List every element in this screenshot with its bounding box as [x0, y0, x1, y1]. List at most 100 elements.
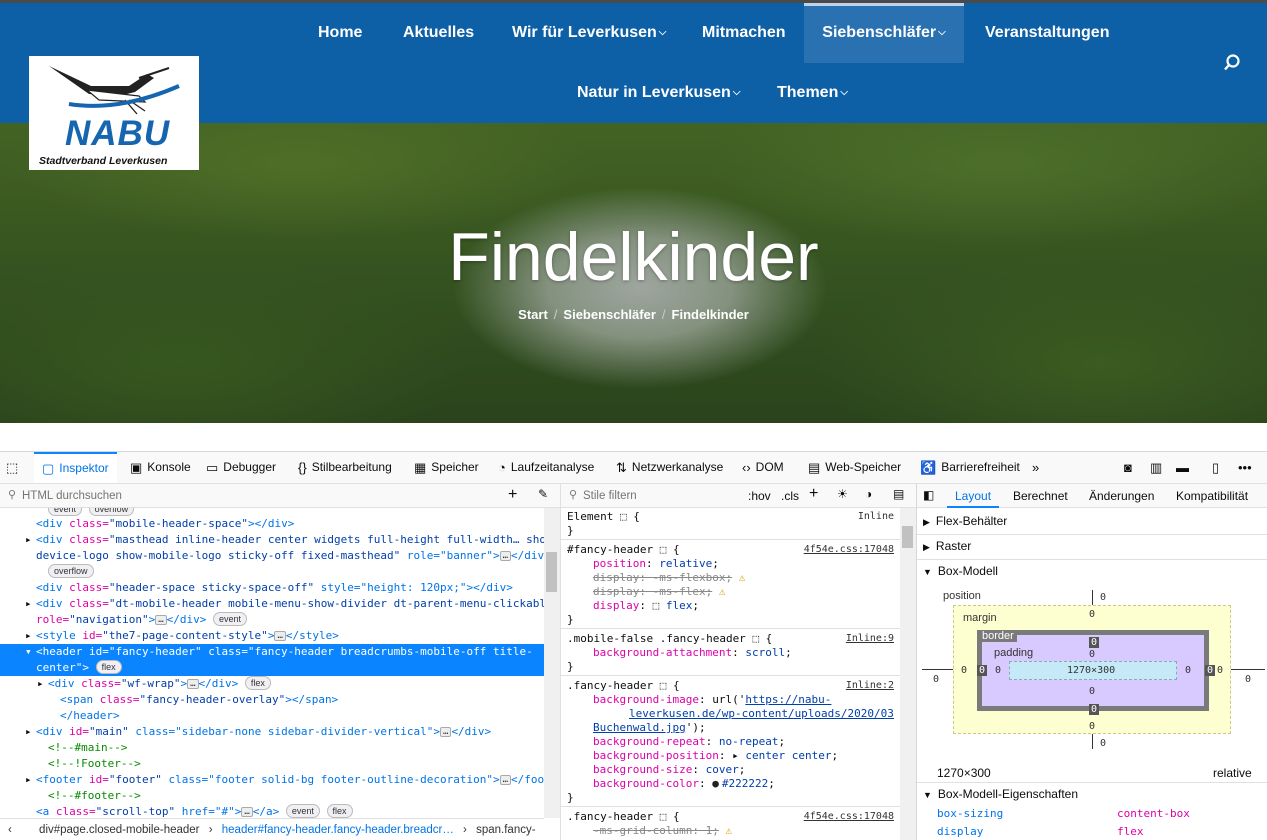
markup-line[interactable]: ▸ <div class="wf-wrap">… </div> flex — [0, 676, 544, 692]
nav-wir-fuer-leverkusen[interactable]: Wir für Leverkusen ⌵ — [500, 3, 678, 63]
prop-value[interactable]: center center — [745, 749, 831, 762]
nav-veranstaltungen[interactable]: Veranstaltungen — [973, 3, 1121, 63]
dock-icon[interactable]: ▯ — [1212, 452, 1219, 483]
markup-badge[interactable]: overflow — [88, 508, 135, 516]
prop-name[interactable]: background-color — [593, 777, 699, 790]
prop-value[interactable]: no-repeat — [719, 735, 779, 748]
markup-line[interactable]: role="navigation">… </div> event — [0, 612, 544, 628]
rule-selector[interactable]: .fancy-header — [567, 810, 660, 823]
markup-line[interactable]: ▸ <div id="main" class="sidebar-none side… — [0, 724, 544, 740]
tab-barrierefreiheit[interactable]: ♿ Barrierefreiheit — [920, 452, 1020, 483]
markup-badge[interactable]: flex — [244, 676, 271, 690]
ruler-icon[interactable]: ▬ — [1176, 452, 1189, 483]
sidebar-toggle-icon[interactable]: ◧ — [923, 488, 934, 502]
accordion-flex[interactable]: ▶ Flex-Behälter — [923, 514, 1007, 528]
add-node-icon[interactable]: + — [508, 486, 517, 504]
crumb-header[interactable]: header#fancy-header.fancy-header.breadcr… — [222, 824, 454, 836]
prop-value[interactable]: flex — [666, 599, 693, 612]
accordion-grid[interactable]: ▶ Raster — [923, 539, 971, 553]
breadcrumb-siebenschlaefer[interactable]: Siebenschläfer — [563, 307, 656, 322]
rule-source-link[interactable]: Inline:9 — [846, 632, 894, 646]
tab-konsole[interactable]: ▣ Konsole — [130, 452, 191, 483]
collapsed-children-icon[interactable]: … — [155, 615, 167, 625]
collapsed-children-icon[interactable]: … — [440, 727, 452, 737]
color-swatch-icon[interactable]: ● — [712, 777, 719, 790]
rules-scrollbar[interactable] — [900, 508, 916, 840]
search-icon[interactable] — [1222, 53, 1242, 78]
tab-berechnet[interactable]: Berechnet — [1013, 484, 1068, 508]
markup-line[interactable]: <div class="header-space sticky-space-of… — [0, 580, 544, 596]
nav-mitmachen[interactable]: Mitmachen — [690, 3, 798, 63]
element-picker-icon[interactable]: ⬚ — [6, 452, 18, 483]
prop-name[interactable]: position — [593, 557, 646, 570]
print-icon[interactable]: ▤ — [893, 487, 904, 501]
add-rule-icon[interactable]: + — [809, 485, 818, 503]
expand-icon[interactable]: ▸ — [25, 724, 32, 740]
tab-dom[interactable]: ‹› DOM — [742, 452, 784, 483]
rule-source-link[interactable]: Inline:2 — [846, 679, 894, 693]
markup-line[interactable]: <!--!Footer--> — [0, 756, 544, 772]
expand-icon[interactable]: ▸ — [25, 628, 32, 644]
flex-toggle-icon[interactable]: ⬚ — [653, 599, 666, 612]
rule-selector[interactable]: .fancy-header — [567, 679, 660, 692]
markup-badge[interactable]: event — [213, 612, 248, 626]
collapsed-children-icon[interactable]: … — [187, 679, 199, 689]
markup-line[interactable]: overflow — [0, 564, 544, 580]
expand-icon[interactable]: ▸ — [732, 749, 745, 762]
crumb-back-icon[interactable]: ‹ — [8, 824, 12, 836]
collapsed-children-icon[interactable]: … — [241, 807, 253, 817]
prop-value[interactable]: https://nabu- — [745, 693, 831, 706]
tab-layout[interactable]: Layout — [947, 484, 1000, 508]
rule-selector[interactable]: Element — [567, 510, 620, 523]
tab-speicher[interactable]: ▦ Speicher — [414, 452, 479, 483]
markup-line[interactable]: ▸ <div class="masthead inline-header cent… — [0, 532, 544, 548]
expand-icon[interactable]: ▾ — [25, 644, 32, 660]
responsive-icon[interactable]: ▥ — [1150, 452, 1162, 483]
prop-name[interactable]: display — [593, 599, 639, 612]
expand-icon[interactable]: ▸ — [37, 676, 44, 692]
nav-natur-in-leverkusen[interactable]: Natur in Leverkusen ⌵ — [565, 63, 752, 123]
prop-name[interactable]: background-attachment — [593, 646, 732, 659]
styles-filter-input[interactable] — [583, 487, 733, 504]
prop-name[interactable]: background-size — [593, 763, 692, 776]
markup-badge[interactable]: flex — [326, 804, 353, 818]
markup-badge[interactable]: event — [48, 508, 83, 516]
markup-line[interactable]: device-logo show-mobile-logo sticky-off … — [0, 548, 544, 564]
hover-toggle[interactable]: :hov — [748, 489, 771, 503]
prop-value[interactable]: Buchenwald.jpg — [593, 721, 686, 734]
markup-line[interactable]: ▸ <style id="the7-page-content-style">… </… — [0, 628, 544, 644]
markup-line[interactable]: <span class="fancy-header-overlay"></spa… — [0, 692, 544, 708]
accordion-box-model[interactable]: ▼ Box-Modell — [923, 564, 998, 578]
screenshot-icon[interactable]: ◙ — [1124, 452, 1132, 483]
prop-value[interactable]: cover — [706, 763, 739, 776]
markup-scrollbar[interactable] — [544, 508, 560, 818]
breadcrumb-start[interactable]: Start — [518, 307, 548, 322]
prop-name[interactable]: background-repeat — [593, 735, 706, 748]
markup-line[interactable]: ▾ <header id="fancy-header" class="fancy-… — [0, 644, 544, 660]
tab-aenderungen[interactable]: Änderungen — [1089, 484, 1154, 508]
collapsed-children-icon[interactable]: … — [499, 775, 512, 785]
prop-value[interactable]: scroll — [745, 646, 785, 659]
markup-badge[interactable]: event — [285, 804, 320, 818]
tab-laufzeitanalyse[interactable]: ◔ Laufzeitanalyse — [498, 452, 594, 483]
nabu-logo[interactable]: NABU Stadtverband Leverkusen — [29, 56, 199, 170]
markup-line[interactable]: <div class="mobile-header-space"></div> — [0, 516, 544, 532]
expand-icon[interactable]: ▸ — [25, 772, 32, 788]
markup-line[interactable]: <a class="scroll-top" href="#">… </a> eve… — [0, 804, 544, 818]
html-search-input[interactable] — [22, 487, 492, 504]
tab-kompatibilitaet[interactable]: Kompatibilität — [1176, 484, 1248, 508]
nav-siebenschlaefer[interactable]: Siebenschläfer ⌵ — [804, 3, 964, 63]
rule-source-link[interactable]: 4f54e.css:17048 — [804, 810, 894, 824]
markup-badge[interactable]: flex — [95, 660, 122, 674]
class-toggle[interactable]: .cls — [781, 489, 799, 503]
crumb-page[interactable]: div#page.closed-mobile-header — [39, 824, 199, 836]
markup-line[interactable]: <!--#footer--> — [0, 788, 544, 804]
markup-line[interactable]: ▸ <div class="dt-mobile-header mobile-men… — [0, 596, 544, 612]
collapsed-children-icon[interactable]: … — [274, 631, 286, 641]
prop-value[interactable]: relative — [659, 557, 712, 570]
menu-icon[interactable]: ••• — [1238, 452, 1252, 483]
tab-debugger[interactable]: ▭ Debugger — [206, 452, 276, 483]
rule-selector[interactable]: .mobile-false .fancy-header — [567, 632, 752, 645]
more-tabs-icon[interactable]: » — [1032, 452, 1039, 483]
light-theme-icon[interactable]: ☀ — [837, 487, 848, 501]
